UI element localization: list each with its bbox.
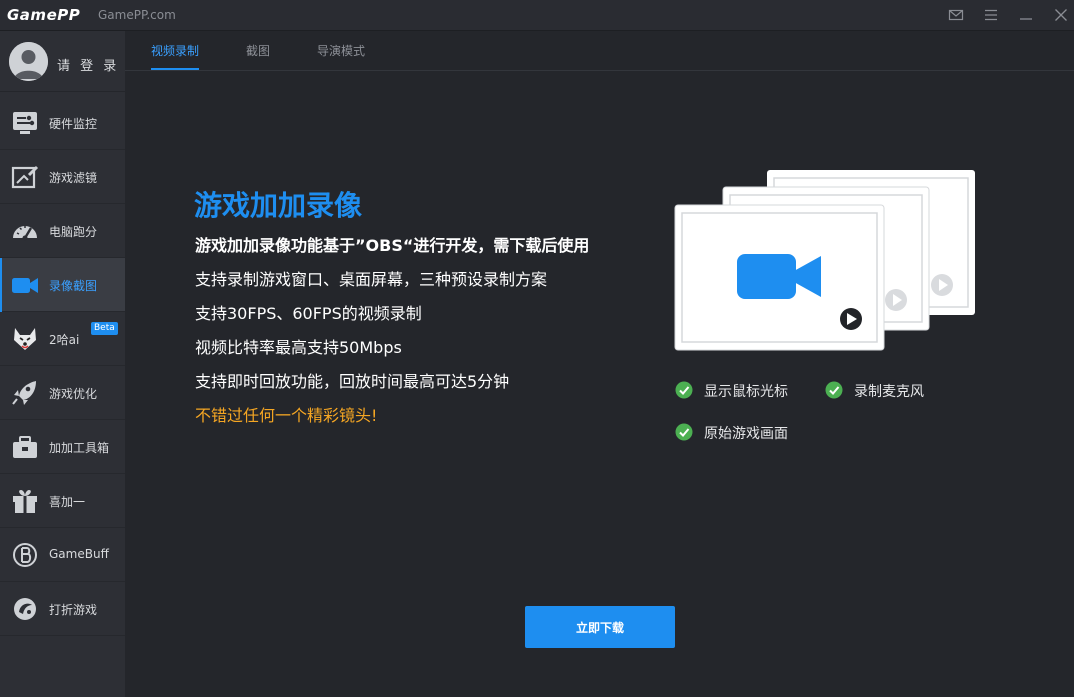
title-bar: GamePP GamePP.com bbox=[0, 0, 1074, 31]
check-icon bbox=[675, 381, 693, 399]
recording-illustration bbox=[674, 169, 978, 353]
sidebar-item-label: 打折游戏 bbox=[49, 603, 98, 617]
sidebar-item-2ha-ai[interactable]: 2哈ai Beta bbox=[0, 312, 125, 366]
description-line-obs: 游戏加加录像功能基于”OBS“进行开发，需下载后使用 bbox=[195, 236, 590, 255]
feature-original-game-view: 原始游戏画面 bbox=[675, 422, 815, 442]
description-line: 支持即时回放功能，回放时间最高可达5分钟 bbox=[195, 372, 510, 391]
sidebar: 请 登 录 硬件监控 游戏滤镜 电脑跑分 录像截图 2哈ai Beta 游戏优化… bbox=[0, 31, 125, 697]
page-title: 游戏加加录像 bbox=[194, 189, 363, 222]
tab-screenshot[interactable]: 截图 bbox=[246, 42, 270, 59]
site-url: GamePP.com bbox=[98, 8, 176, 22]
active-tab-indicator bbox=[151, 68, 199, 70]
tab-video-recording[interactable]: 视频录制 bbox=[151, 42, 199, 59]
hardware-monitor-icon bbox=[11, 110, 39, 136]
menu-icon[interactable] bbox=[982, 6, 1000, 24]
feature-show-cursor: 显示鼠标光标 bbox=[675, 380, 815, 400]
sidebar-item-label: 硬件监控 bbox=[49, 117, 98, 131]
sidebar-item-game-filter[interactable]: 游戏滤镜 bbox=[0, 150, 125, 204]
feature-label: 原始游戏画面 bbox=[704, 426, 788, 442]
description-line: 支持30FPS、60FPS的视频录制 bbox=[195, 304, 422, 323]
sidebar-item-discount-games[interactable]: 打折游戏 bbox=[0, 582, 125, 636]
sidebar-item-label: 喜加一 bbox=[49, 495, 86, 509]
sidebar-item-label: 2哈ai bbox=[49, 333, 80, 347]
feature-label: 显示鼠标光标 bbox=[704, 384, 788, 400]
husky-icon bbox=[11, 326, 39, 352]
benchmark-gauge-icon bbox=[11, 218, 39, 244]
description-line: 视频比特率最高支持50Mbps bbox=[195, 338, 402, 357]
sidebar-item-label: 录像截图 bbox=[49, 279, 98, 293]
gamebuff-icon bbox=[11, 542, 39, 568]
highlight-line: 不错过任何一个精彩镜头! bbox=[195, 406, 378, 425]
feature-label: 录制麦克风 bbox=[854, 384, 924, 400]
toolbox-icon bbox=[11, 434, 39, 460]
sidebar-item-hardware-monitor[interactable]: 硬件监控 bbox=[0, 96, 125, 150]
video-camera-icon bbox=[11, 272, 39, 298]
description-line: 支持录制游戏窗口、桌面屏幕，三种预设录制方案 bbox=[195, 270, 548, 289]
sidebar-item-label: 游戏滤镜 bbox=[49, 171, 98, 185]
download-button[interactable]: 立即下载 bbox=[525, 606, 675, 648]
sidebar-item-label: 电脑跑分 bbox=[49, 225, 98, 239]
minimize-icon[interactable] bbox=[1017, 6, 1035, 24]
feature-record-mic: 录制麦克风 bbox=[825, 380, 945, 400]
rocket-icon bbox=[11, 380, 39, 406]
discount-game-icon bbox=[11, 596, 39, 622]
sidebar-item-gamebuff[interactable]: GameBuff bbox=[0, 528, 125, 582]
app-logo: GamePP bbox=[7, 6, 81, 24]
sidebar-item-label: GameBuff bbox=[49, 547, 109, 561]
login-link[interactable]: 请 登 录 bbox=[57, 55, 119, 74]
sidebar-item-benchmark[interactable]: 电脑跑分 bbox=[0, 204, 125, 258]
game-filter-icon bbox=[11, 164, 39, 190]
tab-bar: 视频录制 截图 导演模式 bbox=[125, 31, 1074, 71]
sidebar-item-game-optimize[interactable]: 游戏优化 bbox=[0, 366, 125, 420]
user-panel[interactable]: 请 登 录 bbox=[0, 31, 125, 92]
check-icon bbox=[825, 381, 843, 399]
close-icon[interactable] bbox=[1052, 6, 1070, 24]
beta-badge: Beta bbox=[91, 322, 118, 335]
sidebar-item-label: 游戏优化 bbox=[49, 387, 98, 401]
sidebar-item-label: 加加工具箱 bbox=[49, 441, 110, 455]
check-icon bbox=[675, 423, 693, 441]
sidebar-item-toolbox[interactable]: 加加工具箱 bbox=[0, 420, 125, 474]
sidebar-item-recording[interactable]: 录像截图 bbox=[0, 258, 125, 312]
sidebar-item-free-games[interactable]: 喜加一 bbox=[0, 474, 125, 528]
tab-director-mode[interactable]: 导演模式 bbox=[317, 42, 365, 59]
gift-icon bbox=[11, 488, 39, 514]
mail-icon[interactable] bbox=[947, 6, 965, 24]
avatar[interactable] bbox=[9, 42, 48, 81]
